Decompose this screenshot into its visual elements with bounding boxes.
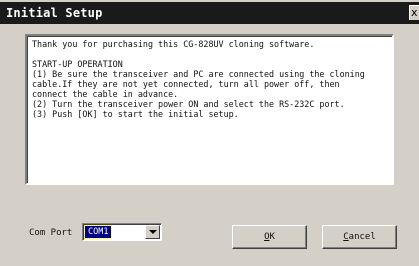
- cancel-button[interactable]: Cancel: [322, 225, 397, 249]
- ok-button[interactable]: OK: [232, 225, 307, 249]
- close-button[interactable]: x: [409, 5, 419, 20]
- close-icon: x: [411, 6, 418, 19]
- instructions-text-box[interactable]: Thank you for purchasing this CG-828UV c…: [25, 34, 394, 185]
- com-port-selected-value: COM1: [83, 225, 113, 239]
- ok-label-rest: K: [269, 232, 275, 242]
- title-bar[interactable]: Initial Setup x: [0, 2, 419, 24]
- window-title: Initial Setup: [6, 6, 103, 20]
- chevron-down-icon[interactable]: [145, 225, 160, 239]
- com-port-select[interactable]: COM1: [82, 223, 162, 241]
- initial-setup-dialog: Initial Setup x Thank you for purchasing…: [0, 0, 419, 266]
- com-port-label: Com Port: [29, 228, 73, 238]
- cancel-label-rest: ancel: [348, 232, 376, 242]
